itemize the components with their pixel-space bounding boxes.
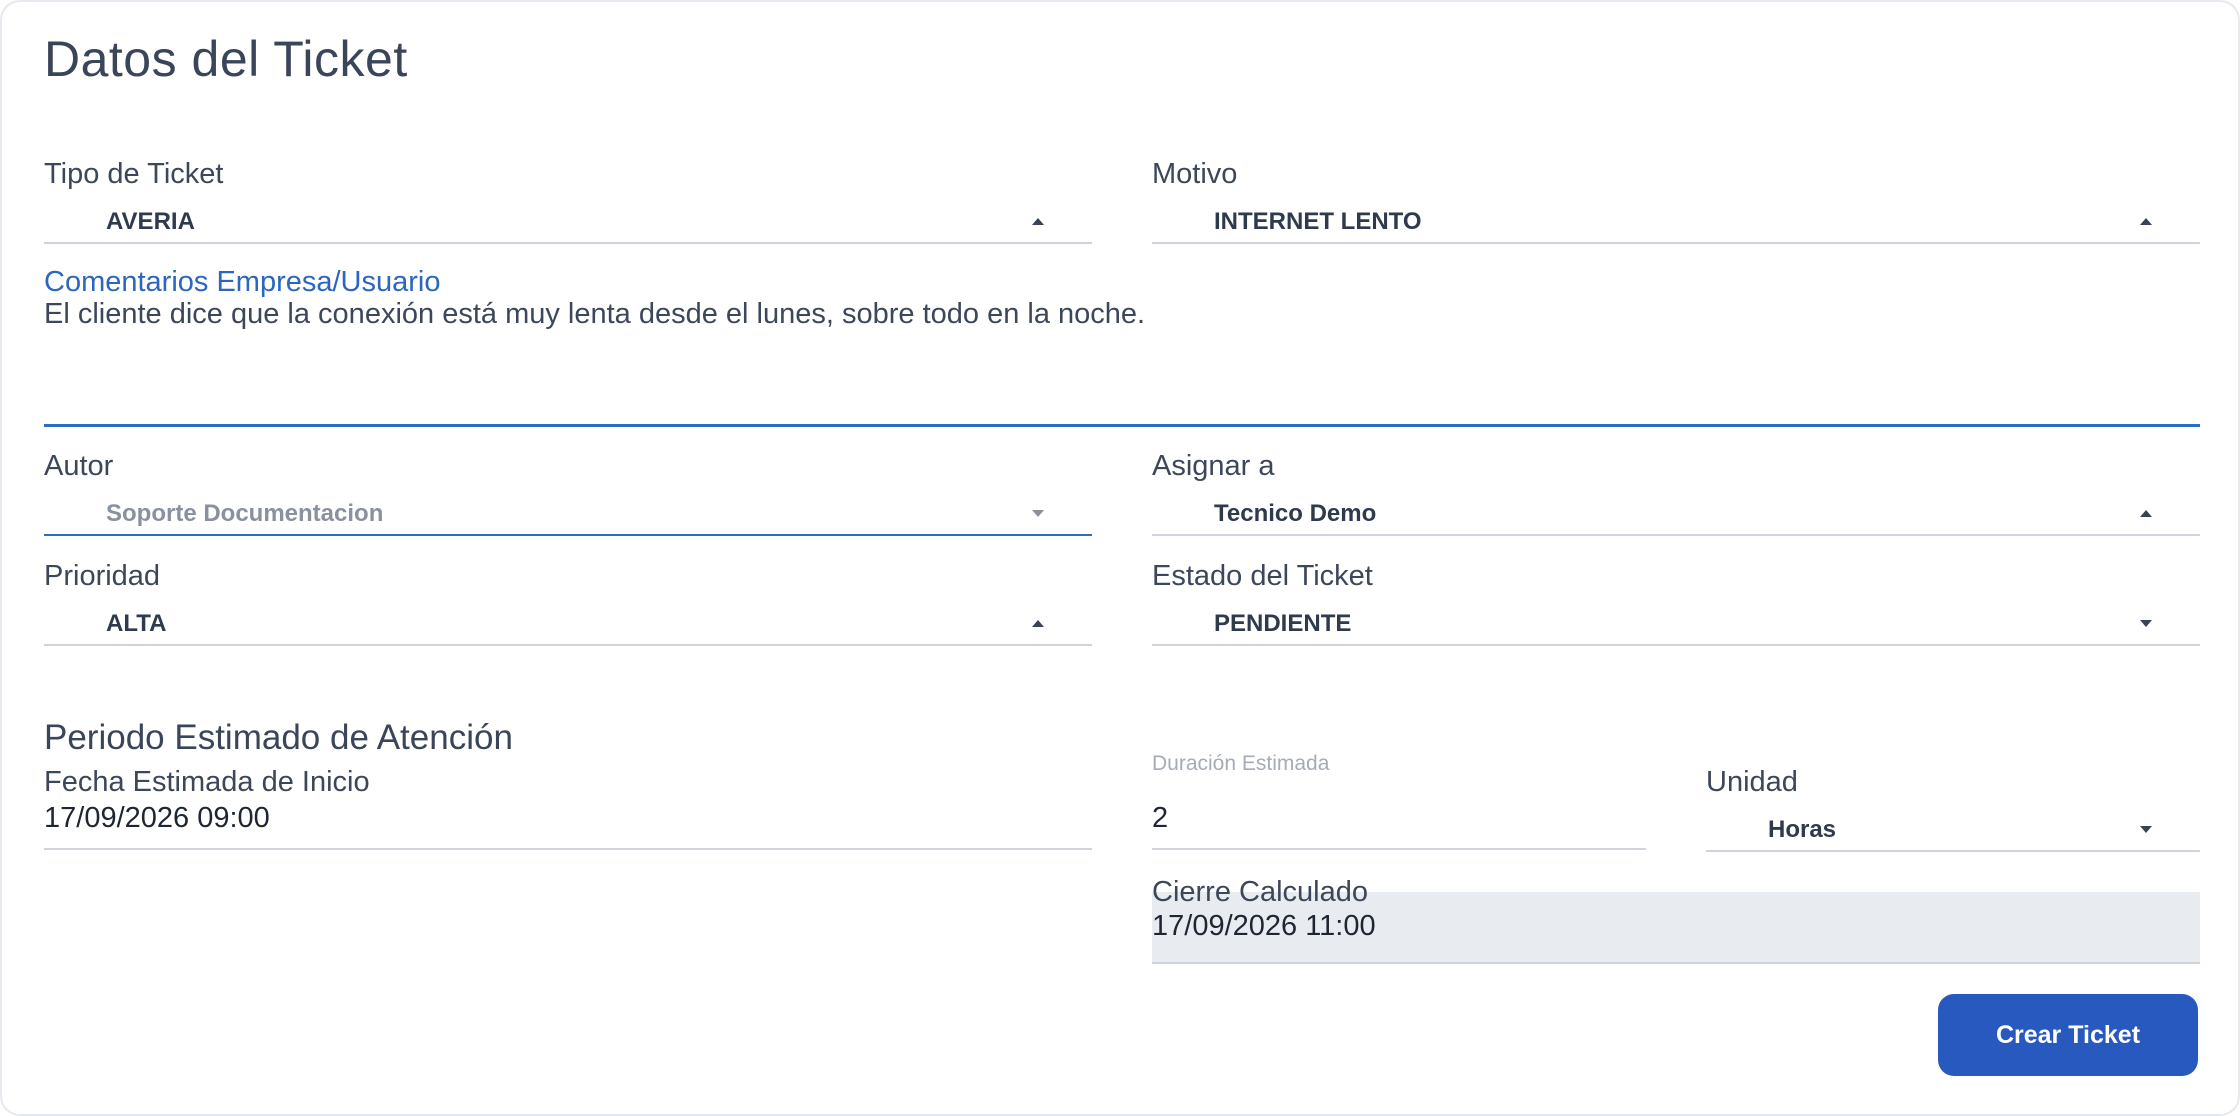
- estado-select[interactable]: PENDIENTE: [1152, 606, 2200, 646]
- prioridad-label: Prioridad: [44, 560, 161, 592]
- comentarios-label: Comentarios Empresa/Usuario: [44, 266, 441, 298]
- duracion-input[interactable]: 2: [1152, 802, 1168, 835]
- duracion-label: Duración Estimada: [1152, 752, 1330, 775]
- asignar-select[interactable]: Tecnico Demo: [1152, 496, 2200, 536]
- autor-value: Soporte Documentacion: [106, 500, 384, 527]
- periodo-section-title: Periodo Estimado de Atención: [44, 718, 513, 757]
- motivo-select[interactable]: INTERNET LENTO: [1152, 204, 2200, 244]
- fecha-inicio-input[interactable]: 17/09/2026 09:00: [44, 802, 270, 835]
- unidad-label: Unidad: [1706, 766, 1798, 798]
- autor-label: Autor: [44, 450, 114, 482]
- prioridad-select[interactable]: ALTA: [44, 606, 1092, 646]
- autor-select[interactable]: Soporte Documentacion: [44, 496, 1092, 536]
- crear-ticket-button[interactable]: Crear Ticket: [1938, 994, 2198, 1076]
- motivo-label: Motivo: [1152, 158, 1238, 190]
- chevron-down-icon: [1032, 510, 1044, 517]
- tipo-ticket-label: Tipo de Ticket: [44, 158, 224, 190]
- cierre-value: 17/09/2026 11:00: [1152, 910, 1376, 942]
- chevron-down-icon: [2140, 826, 2152, 833]
- prioridad-value: ALTA: [106, 610, 167, 637]
- asignar-value: Tecnico Demo: [1214, 500, 1377, 527]
- estado-value: PENDIENTE: [1214, 610, 1352, 637]
- tipo-ticket-value: AVERIA: [106, 208, 195, 235]
- comentarios-focus-underline: [44, 424, 2200, 427]
- estado-label: Estado del Ticket: [1152, 560, 1373, 592]
- chevron-up-icon: [2140, 218, 2152, 225]
- chevron-up-icon: [2140, 510, 2152, 517]
- comentarios-textarea[interactable]: El cliente dice que la conexión está muy…: [44, 298, 1145, 331]
- asignar-label: Asignar a: [1152, 450, 1275, 482]
- unidad-value: Horas: [1768, 816, 1837, 843]
- chevron-down-icon: [2140, 620, 2152, 627]
- duracion-underline: [1152, 848, 1646, 850]
- motivo-value: INTERNET LENTO: [1214, 208, 1422, 235]
- fecha-inicio-label: Fecha Estimada de Inicio: [44, 766, 370, 798]
- page-title: Datos del Ticket: [44, 31, 408, 87]
- fecha-inicio-underline: [44, 848, 1092, 850]
- unidad-select[interactable]: Horas: [1706, 812, 2200, 852]
- chevron-up-icon: [1032, 620, 1044, 627]
- chevron-up-icon: [1032, 218, 1044, 225]
- tipo-ticket-select[interactable]: AVERIA: [44, 204, 1092, 244]
- ticket-form-card: Datos del Ticket Tipo de Ticket AVERIA M…: [0, 0, 2240, 1116]
- cierre-label: Cierre Calculado: [1152, 876, 1368, 908]
